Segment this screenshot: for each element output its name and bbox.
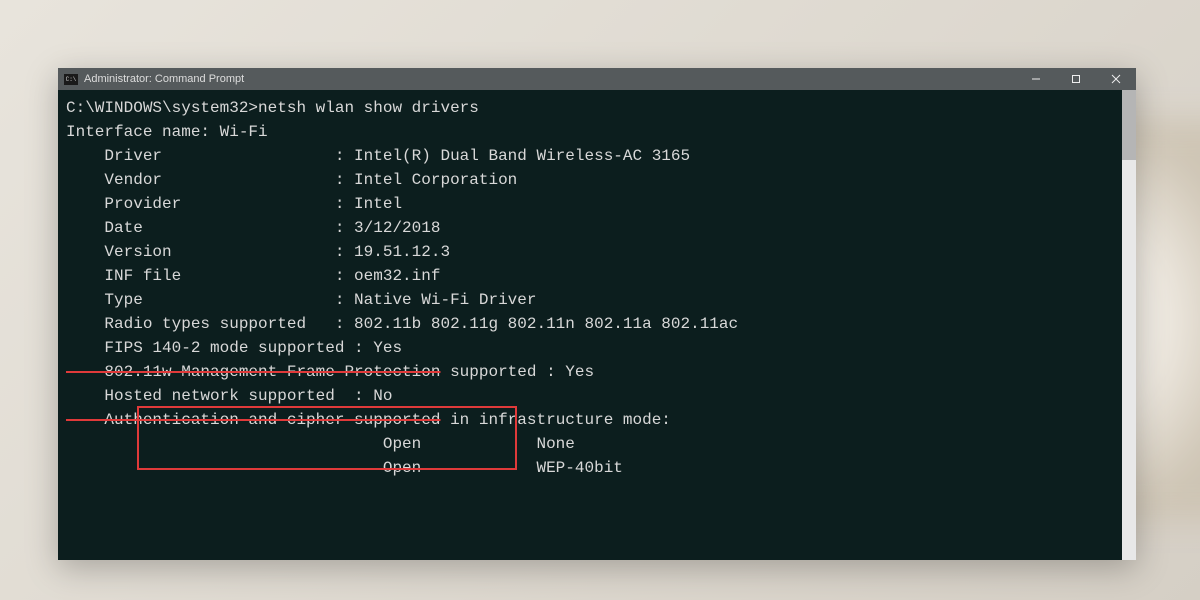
- maximize-button[interactable]: [1056, 68, 1096, 90]
- row-auth-strike: Authentication and cipher supported: [66, 411, 440, 429]
- row-mfp-rest: supported : Yes: [440, 363, 594, 381]
- interface-line: Interface name: Wi-Fi: [66, 120, 1114, 144]
- row-vendor: Vendor : Intel Corporation: [66, 168, 1114, 192]
- row-driver: Driver : Intel(R) Dual Band Wireless-AC …: [66, 144, 1114, 168]
- row-type: Type : Native Wi-Fi Driver: [66, 288, 1114, 312]
- scrollbar-thumb[interactable]: [1122, 90, 1136, 160]
- cmd-icon: C:\: [64, 74, 78, 85]
- row-cipher-1: Open None: [66, 432, 1114, 456]
- row-fips: FIPS 140-2 mode supported : Yes: [66, 336, 1114, 360]
- row-hosted: Hosted network supported : No: [66, 384, 1114, 408]
- window-title: Administrator: Command Prompt: [84, 73, 244, 85]
- row-mfp: 802.11w Management Frame Protection supp…: [66, 360, 1114, 384]
- prompt: C:\WINDOWS\system32>: [66, 99, 258, 117]
- vertical-scrollbar[interactable]: [1122, 90, 1136, 560]
- command: netsh wlan show drivers: [258, 99, 479, 117]
- row-auth: Authentication and cipher supported in i…: [66, 408, 1114, 432]
- row-cipher-2: Open WEP-40bit: [66, 456, 1114, 480]
- close-button[interactable]: [1096, 68, 1136, 90]
- prompt-line: C:\WINDOWS\system32>netsh wlan show driv…: [66, 96, 1114, 120]
- row-version: Version : 19.51.12.3: [66, 240, 1114, 264]
- row-date: Date : 3/12/2018: [66, 216, 1114, 240]
- terminal-output[interactable]: C:\WINDOWS\system32>netsh wlan show driv…: [58, 90, 1122, 560]
- row-radio: Radio types supported : 802.11b 802.11g …: [66, 312, 1114, 336]
- row-provider: Provider : Intel: [66, 192, 1114, 216]
- row-mfp-strike: 802.11w Management Frame Protection: [66, 363, 440, 381]
- row-auth-rest: in infrastructure mode:: [440, 411, 670, 429]
- window-controls: [1016, 68, 1136, 90]
- titlebar[interactable]: C:\ Administrator: Command Prompt: [58, 68, 1136, 90]
- cmd-window: C:\ Administrator: Command Prompt C:\WIN…: [58, 68, 1136, 560]
- row-inf: INF file : oem32.inf: [66, 264, 1114, 288]
- minimize-button[interactable]: [1016, 68, 1056, 90]
